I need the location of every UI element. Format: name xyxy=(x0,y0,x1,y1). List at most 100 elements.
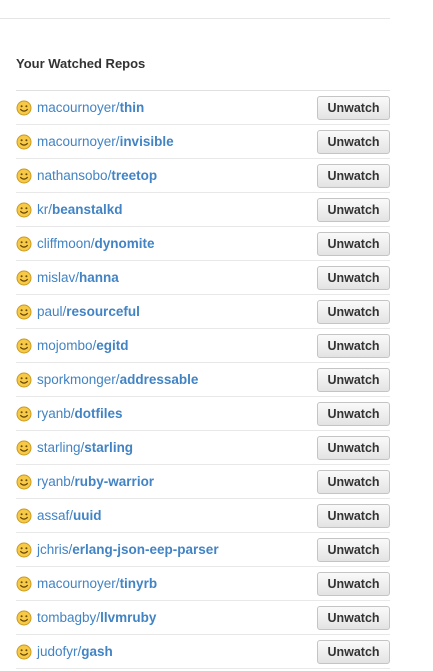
smiley-icon xyxy=(16,406,32,422)
repo-name: gash xyxy=(81,643,113,659)
repo-link[interactable]: cliffmoon/dynomite xyxy=(37,236,155,252)
repo-name: dotfiles xyxy=(74,405,123,421)
repo-owner: judofyr xyxy=(37,643,78,659)
repo-owner: macournoyer xyxy=(37,575,116,591)
repo-link[interactable]: ryanb/ruby-warrior xyxy=(37,474,154,490)
unwatch-button[interactable]: Unwatch xyxy=(317,334,390,358)
top-divider xyxy=(0,18,390,19)
repo-link[interactable]: macournoyer/invisible xyxy=(37,134,174,150)
repo-row-uuid: assaf/uuid Unwatch xyxy=(16,499,390,533)
repo-owner: kr xyxy=(37,201,49,217)
repo-name: thin xyxy=(119,99,145,115)
section-title: Your Watched Repos xyxy=(16,56,146,71)
repo-row-beanstalkd: kr/beanstalkd Unwatch xyxy=(16,193,390,227)
smiley-icon xyxy=(16,134,32,150)
repo-link[interactable]: macournoyer/tinyrb xyxy=(37,576,157,592)
repo-owner: cliffmoon xyxy=(37,235,91,251)
repo-owner: mislav xyxy=(37,269,76,285)
unwatch-button[interactable]: Unwatch xyxy=(317,538,390,562)
unwatch-button[interactable]: Unwatch xyxy=(317,640,390,664)
repo-link[interactable]: assaf/uuid xyxy=(37,508,102,524)
unwatch-button[interactable]: Unwatch xyxy=(317,606,390,630)
smiley-icon xyxy=(16,508,32,524)
repo-name: ruby-warrior xyxy=(74,473,155,489)
repo-link[interactable]: jchris/erlang-json-eep-parser xyxy=(37,542,219,558)
repo-owner: starling xyxy=(37,439,81,455)
unwatch-button[interactable]: Unwatch xyxy=(317,504,390,528)
repo-name: erlang-json-eep-parser xyxy=(72,541,219,557)
smiley-icon xyxy=(16,474,32,490)
repo-link[interactable]: sporkmonger/addressable xyxy=(37,372,198,388)
watched-repo-list: macournoyer/thin Unwatch macournoyer/inv… xyxy=(16,90,390,669)
watched-repos-section: Your Watched Repos macournoyer/thin Unwa… xyxy=(16,54,390,669)
repo-owner: tombagby xyxy=(37,609,97,625)
repo-owner: paul xyxy=(37,303,63,319)
repo-row-ruby-warrior: ryanb/ruby-warrior Unwatch xyxy=(16,465,390,499)
smiley-icon xyxy=(16,304,32,320)
repo-row-hanna: mislav/hanna Unwatch xyxy=(16,261,390,295)
repo-owner: macournoyer xyxy=(37,133,116,149)
unwatch-button[interactable]: Unwatch xyxy=(317,96,390,120)
unwatch-button[interactable]: Unwatch xyxy=(317,368,390,392)
repo-row-treetop: nathansobo/treetop Unwatch xyxy=(16,159,390,193)
repo-link[interactable]: macournoyer/thin xyxy=(37,100,144,116)
repo-owner: jchris xyxy=(37,541,69,557)
repo-name: llvmruby xyxy=(100,609,157,625)
smiley-icon xyxy=(16,576,32,592)
smiley-icon xyxy=(16,270,32,286)
repo-row-gash: judofyr/gash Unwatch xyxy=(16,635,390,669)
repo-link[interactable]: kr/beanstalkd xyxy=(37,202,123,218)
repo-link[interactable]: ryanb/dotfiles xyxy=(37,406,123,422)
smiley-icon xyxy=(16,338,32,354)
repo-link[interactable]: nathansobo/treetop xyxy=(37,168,157,184)
repo-name: beanstalkd xyxy=(52,201,123,217)
repo-row-invisible: macournoyer/invisible Unwatch xyxy=(16,125,390,159)
repo-owner: mojombo xyxy=(37,337,93,353)
repo-link[interactable]: starling/starling xyxy=(37,440,133,456)
repo-row-llvmruby: tombagby/llvmruby Unwatch xyxy=(16,601,390,635)
unwatch-button[interactable]: Unwatch xyxy=(317,130,390,154)
smiley-icon xyxy=(16,644,32,660)
repo-link[interactable]: judofyr/gash xyxy=(37,644,113,660)
unwatch-button[interactable]: Unwatch xyxy=(317,198,390,222)
unwatch-button[interactable]: Unwatch xyxy=(317,266,390,290)
smiley-icon xyxy=(16,440,32,456)
repo-row-starling: starling/starling Unwatch xyxy=(16,431,390,465)
repo-link[interactable]: mojombo/egitd xyxy=(37,338,129,354)
repo-row-resourceful: paul/resourceful Unwatch xyxy=(16,295,390,329)
repo-row-egitd: mojombo/egitd Unwatch xyxy=(16,329,390,363)
repo-name: resourceful xyxy=(66,303,140,319)
repo-row-erlang-json-eep-parser: jchris/erlang-json-eep-parser Unwatch xyxy=(16,533,390,567)
unwatch-button[interactable]: Unwatch xyxy=(317,470,390,494)
repo-name: egitd xyxy=(96,337,129,353)
unwatch-button[interactable]: Unwatch xyxy=(317,300,390,324)
repo-name: dynomite xyxy=(94,235,155,251)
unwatch-button[interactable]: Unwatch xyxy=(317,572,390,596)
repo-name: addressable xyxy=(119,371,199,387)
unwatch-button[interactable]: Unwatch xyxy=(317,164,390,188)
repo-row-dotfiles: ryanb/dotfiles Unwatch xyxy=(16,397,390,431)
repo-owner: assaf xyxy=(37,507,70,523)
smiley-icon xyxy=(16,610,32,626)
repo-owner: macournoyer xyxy=(37,99,116,115)
repo-row-addressable: sporkmonger/addressable Unwatch xyxy=(16,363,390,397)
unwatch-button[interactable]: Unwatch xyxy=(317,232,390,256)
repo-name: tinyrb xyxy=(119,575,158,591)
unwatch-button[interactable]: Unwatch xyxy=(317,436,390,460)
smiley-icon xyxy=(16,372,32,388)
repo-row-dynomite: cliffmoon/dynomite Unwatch xyxy=(16,227,390,261)
repo-row-thin: macournoyer/thin Unwatch xyxy=(16,91,390,125)
repo-owner: nathansobo xyxy=(37,167,108,183)
repo-owner: sporkmonger xyxy=(37,371,116,387)
smiley-icon xyxy=(16,236,32,252)
repo-link[interactable]: paul/resourceful xyxy=(37,304,140,320)
repo-link[interactable]: mislav/hanna xyxy=(37,270,119,286)
repo-link[interactable]: tombagby/llvmruby xyxy=(37,610,156,626)
smiley-icon xyxy=(16,100,32,116)
repo-row-tinyrb: macournoyer/tinyrb Unwatch xyxy=(16,567,390,601)
repo-name: invisible xyxy=(119,133,174,149)
repo-name: treetop xyxy=(111,167,158,183)
repo-owner: ryanb xyxy=(37,473,71,489)
repo-name: starling xyxy=(84,439,134,455)
unwatch-button[interactable]: Unwatch xyxy=(317,402,390,426)
